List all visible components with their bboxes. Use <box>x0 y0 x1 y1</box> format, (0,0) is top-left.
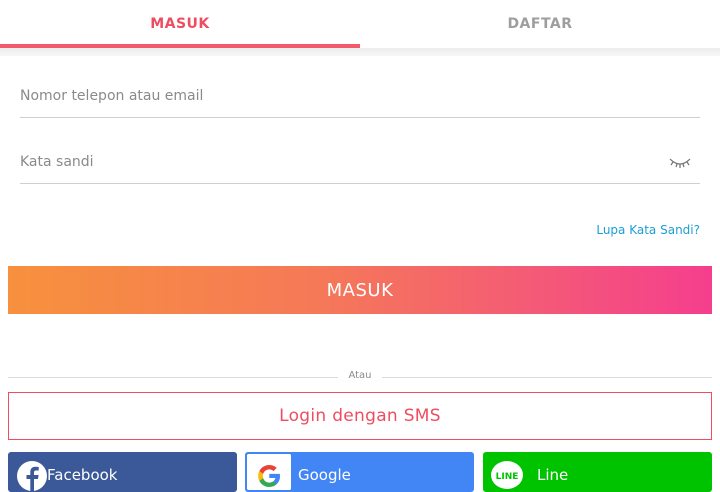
divider-text: Atau <box>348 370 372 381</box>
password-input[interactable] <box>20 143 660 181</box>
login-button[interactable]: MASUK <box>8 266 712 314</box>
line-icon: LINE <box>491 461 523 489</box>
facebook-label: Facebook <box>47 466 118 484</box>
or-divider: Atau <box>8 368 712 386</box>
sms-login-button[interactable]: Login dengan SMS <box>8 392 712 440</box>
facebook-icon <box>17 461 47 491</box>
identifier-field <box>20 77 700 118</box>
tab-bar-shadow <box>0 48 720 56</box>
line-icon-text: LINE <box>496 472 519 482</box>
eye-closed-icon[interactable] <box>668 153 692 171</box>
line-login-button[interactable]: LINE Line <box>483 452 712 492</box>
forgot-password-link[interactable]: Lupa Kata Sandi? <box>596 223 700 237</box>
google-icon <box>247 454 291 490</box>
tab-masuk[interactable]: MASUK <box>0 0 360 48</box>
identifier-input[interactable] <box>20 77 660 115</box>
google-login-button[interactable]: Google <box>245 452 474 492</box>
google-label: Google <box>298 466 351 484</box>
divider-line-right <box>382 377 712 378</box>
password-field <box>20 143 700 184</box>
line-label: Line <box>537 466 569 484</box>
facebook-login-button[interactable]: Facebook <box>8 452 237 492</box>
auth-tabs: MASUK DAFTAR <box>0 0 720 48</box>
tab-daftar[interactable]: DAFTAR <box>360 0 720 48</box>
